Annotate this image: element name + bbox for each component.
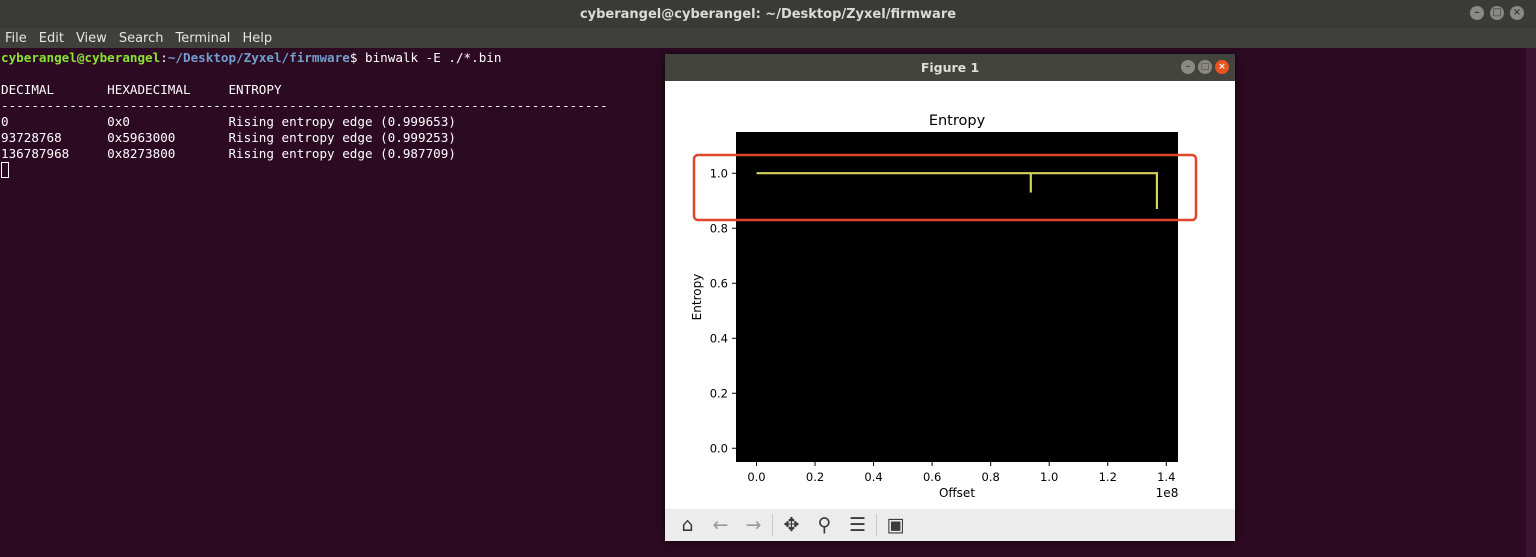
- x-tick-label: 1.4: [1157, 470, 1175, 484]
- x-tick-label: 0.4: [864, 470, 882, 484]
- minimize-icon[interactable]: –: [1470, 6, 1484, 20]
- output-divider: ----------------------------------------…: [1, 98, 608, 113]
- maximize-icon[interactable]: □: [1198, 60, 1212, 74]
- minimize-icon[interactable]: –: [1181, 60, 1195, 74]
- output-row: 0 0x0 Rising entropy edge (0.999653): [1, 114, 456, 129]
- menu-file[interactable]: File: [5, 31, 27, 46]
- y-axis-label: Entropy: [690, 274, 704, 321]
- menu-bar: File Edit View Search Terminal Help: [0, 28, 1536, 48]
- output-row: 93728768 0x5963000 Rising entropy edge (…: [1, 130, 456, 145]
- menu-edit[interactable]: Edit: [39, 31, 64, 46]
- configure-icon[interactable]: ☰: [841, 511, 874, 539]
- output-header: DECIMAL HEXADECIMAL ENTROPY: [1, 82, 282, 97]
- window-controls: – □ ×: [1470, 6, 1524, 20]
- x-tick-label: 0.0: [747, 470, 765, 484]
- output-row: 136787968 0x8273800 Rising entropy edge …: [1, 146, 456, 161]
- figure-titlebar[interactable]: Figure 1 – □ ×: [665, 54, 1235, 81]
- save-icon[interactable]: ▣: [879, 511, 912, 539]
- menu-view[interactable]: View: [76, 31, 107, 46]
- forward-icon[interactable]: →: [737, 511, 770, 539]
- menu-help[interactable]: Help: [242, 31, 272, 46]
- chart-title: Entropy: [929, 113, 986, 129]
- y-axis: 0.0 0.2 0.4 0.6 0.8 1.0: [710, 166, 736, 455]
- y-tick-label: 0.4: [710, 331, 728, 345]
- terminal-scrollbar[interactable]: [1526, 48, 1536, 557]
- plot-area: [736, 132, 1178, 462]
- prompt-end: $: [349, 50, 365, 65]
- figure-title: Figure 1: [920, 60, 980, 75]
- x-tick-label: 0.8: [982, 470, 1000, 484]
- prompt-path: ~/Desktop/Zyxel/firmware: [167, 50, 350, 65]
- maximize-icon[interactable]: □: [1490, 6, 1504, 20]
- y-tick-label: 0.0: [710, 441, 728, 455]
- menu-terminal[interactable]: Terminal: [175, 31, 230, 46]
- home-icon[interactable]: ⌂: [671, 511, 704, 539]
- pan-icon[interactable]: ✥: [775, 511, 808, 539]
- x-axis: 0.0 0.2 0.4 0.6 0.8 1.0 1.2 1.4: [747, 462, 1175, 484]
- back-icon[interactable]: ←: [704, 511, 737, 539]
- prompt-separator: :: [160, 50, 168, 65]
- menu-search[interactable]: Search: [119, 31, 164, 46]
- y-tick-label: 0.6: [710, 276, 728, 290]
- prompt-user: cyberangel@cyberangel: [1, 50, 161, 65]
- close-icon[interactable]: ×: [1215, 60, 1229, 74]
- entropy-chart[interactable]: Entropy 0.0 0.2 0.4 0.6 0.8 1.0 1.2 1.4 0.00.20…: [665, 81, 1235, 509]
- y-tick-label: 1.0: [710, 166, 728, 180]
- figure-window: Figure 1 – □ × Entropy 0.0 0.2 0.4 0.6 0.8 1.…: [665, 54, 1235, 541]
- y-tick-label: 0.2: [710, 386, 728, 400]
- window-title: cyberangel@cyberangel: ~/Desktop/Zyxel/f…: [579, 6, 957, 22]
- toolbar-separator: [772, 514, 773, 536]
- terminal-cursor: [1, 162, 9, 178]
- x-tick-label: 0.6: [923, 470, 941, 484]
- command-text: binwalk -E ./*.bin: [364, 50, 502, 65]
- x-tick-label: 0.2: [806, 470, 824, 484]
- terminal-titlebar[interactable]: cyberangel@cyberangel: ~/Desktop/Zyxel/f…: [0, 0, 1536, 28]
- figure-toolbar: ⌂ ← → ✥ ⚲ ☰ ▣: [665, 509, 1235, 541]
- y-tick-label: 0.8: [710, 221, 728, 235]
- x-axis-label: Offset: [939, 486, 975, 500]
- close-icon[interactable]: ×: [1510, 6, 1524, 20]
- x-offset-text: 1e8: [1156, 486, 1179, 500]
- prompt-line: cyberangel@cyberangel:~/Desktop/Zyxel/fi…: [1, 50, 501, 66]
- zoom-icon[interactable]: ⚲: [808, 511, 841, 539]
- x-tick-label: 1.0: [1040, 470, 1058, 484]
- toolbar-separator: [876, 514, 877, 536]
- figure-window-controls: – □ ×: [1181, 60, 1229, 74]
- x-tick-label: 1.2: [1099, 470, 1117, 484]
